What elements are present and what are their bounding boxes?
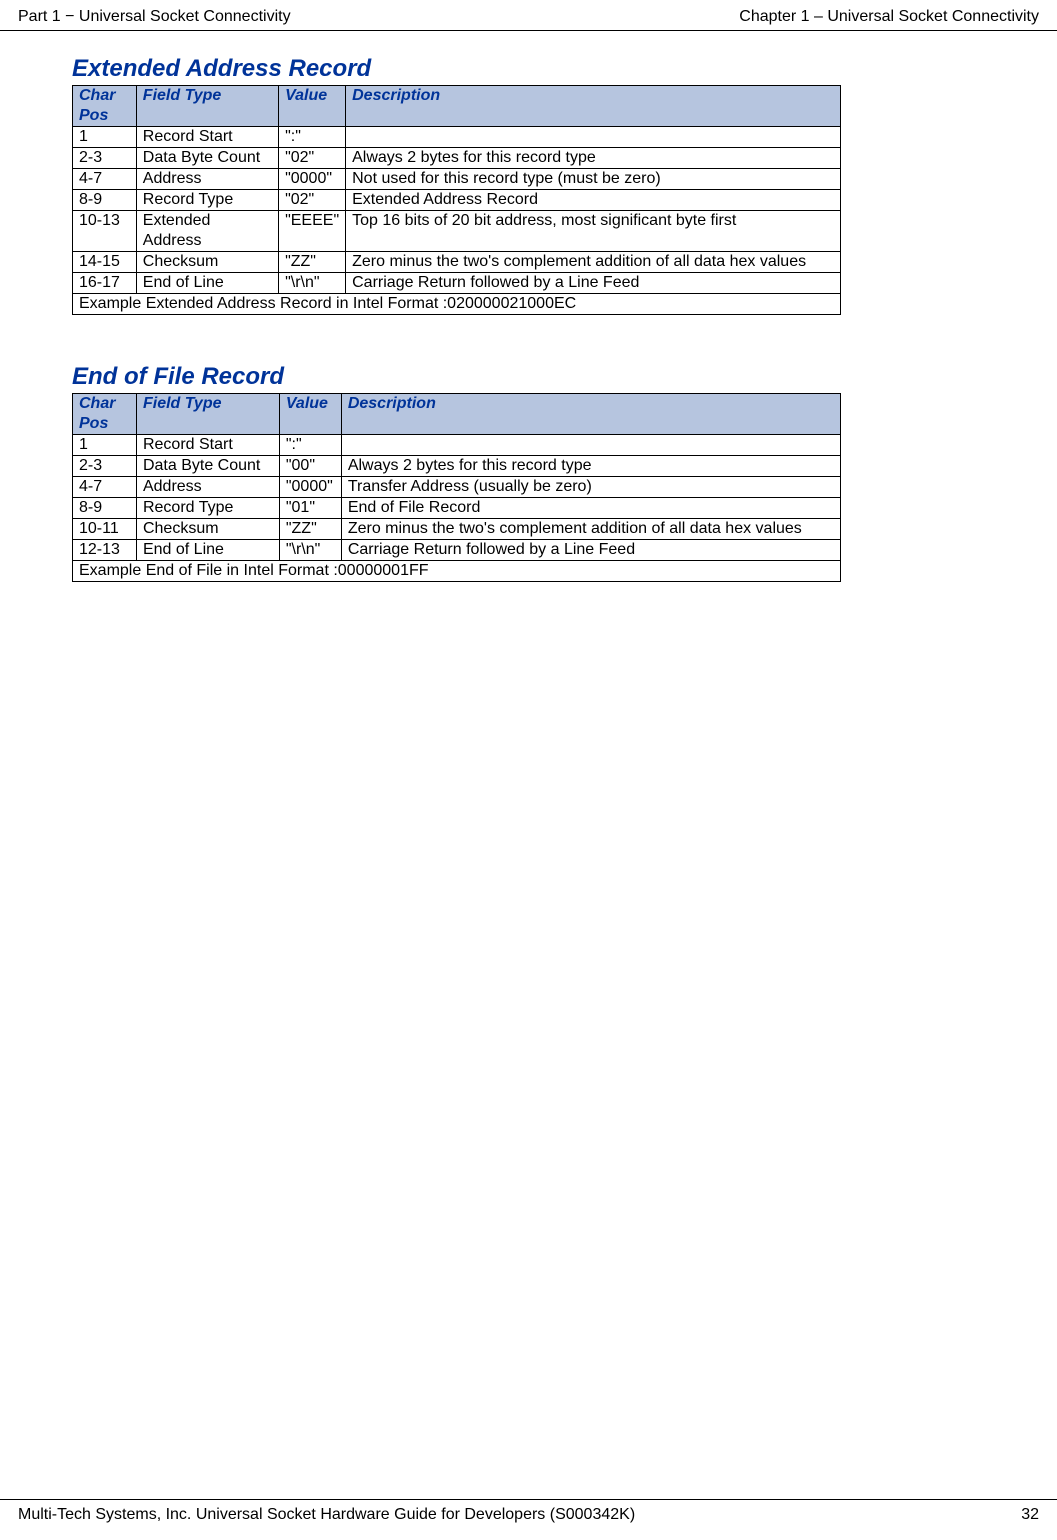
cell-pos: 10-13 xyxy=(73,211,137,252)
cell-desc: Transfer Address (usually be zero) xyxy=(341,477,840,498)
table-row: 16-17End of Line"\r\n"Carriage Return fo… xyxy=(73,273,841,294)
col-desc: Description xyxy=(346,86,841,127)
cell-pos: 8-9 xyxy=(73,498,137,519)
col-charpos: Char Pos xyxy=(73,394,137,435)
cell-ftype: End of Line xyxy=(136,540,279,561)
section2-table: Char Pos Field Type Value Description 1R… xyxy=(72,393,841,582)
table-row: 14-15Checksum"ZZ"Zero minus the two's co… xyxy=(73,252,841,273)
cell-ftype: Address xyxy=(136,169,278,190)
section2-title: End of File Record xyxy=(72,363,997,391)
example-cell: Example End of File in Intel Format :000… xyxy=(73,561,841,582)
table-row: 2-3Data Byte Count"02"Always 2 bytes for… xyxy=(73,148,841,169)
header-left: Part 1 − Universal Socket Connectivity xyxy=(18,8,291,26)
cell-val: "02" xyxy=(279,148,346,169)
table-row: 8-9Record Type"01"End of File Record xyxy=(73,498,841,519)
table-header-row: Char Pos Field Type Value Description xyxy=(73,394,841,435)
table-row: 8-9Record Type"02"Extended Address Recor… xyxy=(73,190,841,211)
cell-val: "00" xyxy=(279,456,341,477)
page-content: Extended Address Record Char Pos Field T… xyxy=(0,31,1057,582)
cell-pos: 1 xyxy=(73,127,137,148)
cell-desc xyxy=(346,127,841,148)
col-fieldtype: Field Type xyxy=(136,86,278,127)
cell-ftype: Record Type xyxy=(136,498,279,519)
table-row: 4-7Address"0000"Not used for this record… xyxy=(73,169,841,190)
cell-pos: 8-9 xyxy=(73,190,137,211)
cell-ftype: Record Start xyxy=(136,435,279,456)
cell-pos: 4-7 xyxy=(73,169,137,190)
cell-val: ":" xyxy=(279,435,341,456)
cell-desc: Carriage Return followed by a Line Feed xyxy=(346,273,841,294)
col-fieldtype: Field Type xyxy=(136,394,279,435)
cell-desc: Always 2 bytes for this record type xyxy=(341,456,840,477)
cell-desc: Carriage Return followed by a Line Feed xyxy=(341,540,840,561)
cell-ftype: Data Byte Count xyxy=(136,148,278,169)
table-row: 1Record Start":" xyxy=(73,435,841,456)
cell-desc xyxy=(341,435,840,456)
table-header-row: Char Pos Field Type Value Description xyxy=(73,86,841,127)
header-right: Chapter 1 – Universal Socket Connectivit… xyxy=(739,8,1039,26)
section1-title: Extended Address Record xyxy=(72,55,997,83)
footer-left: Multi-Tech Systems, Inc. Universal Socke… xyxy=(18,1506,635,1524)
col-value: Value xyxy=(279,394,341,435)
cell-val: "\r\n" xyxy=(279,540,341,561)
cell-pos: 12-13 xyxy=(73,540,137,561)
cell-pos: 4-7 xyxy=(73,477,137,498)
footer-page-number: 32 xyxy=(1021,1506,1039,1524)
col-value: Value xyxy=(279,86,346,127)
cell-val: ":" xyxy=(279,127,346,148)
col-desc: Description xyxy=(341,394,840,435)
cell-pos: 2-3 xyxy=(73,148,137,169)
cell-ftype: Address xyxy=(136,477,279,498)
table-row: 2-3Data Byte Count"00"Always 2 bytes for… xyxy=(73,456,841,477)
page-footer: Multi-Tech Systems, Inc. Universal Socke… xyxy=(0,1499,1057,1524)
table-example-row: Example End of File in Intel Format :000… xyxy=(73,561,841,582)
page-header: Part 1 − Universal Socket Connectivity C… xyxy=(0,0,1057,31)
cell-desc: Zero minus the two's complement addition… xyxy=(346,252,841,273)
cell-desc: Top 16 bits of 20 bit address, most sign… xyxy=(346,211,841,252)
cell-ftype: Checksum xyxy=(136,252,278,273)
cell-ftype: End of Line xyxy=(136,273,278,294)
cell-val: "01" xyxy=(279,498,341,519)
table-row: 1Record Start":" xyxy=(73,127,841,148)
cell-val: "0000" xyxy=(279,477,341,498)
cell-val: "\r\n" xyxy=(279,273,346,294)
cell-pos: 1 xyxy=(73,435,137,456)
cell-val: "0000" xyxy=(279,169,346,190)
cell-ftype: Checksum xyxy=(136,519,279,540)
cell-val: "EEEE" xyxy=(279,211,346,252)
cell-pos: 14-15 xyxy=(73,252,137,273)
cell-ftype: Extended Address xyxy=(136,211,278,252)
table-row: 10-13Extended Address"EEEE"Top 16 bits o… xyxy=(73,211,841,252)
table-row: 4-7Address"0000"Transfer Address (usuall… xyxy=(73,477,841,498)
cell-pos: 2-3 xyxy=(73,456,137,477)
cell-val: "02" xyxy=(279,190,346,211)
cell-val: "ZZ" xyxy=(279,519,341,540)
cell-pos: 10-11 xyxy=(73,519,137,540)
example-cell: Example Extended Address Record in Intel… xyxy=(73,294,841,315)
cell-desc: Always 2 bytes for this record type xyxy=(346,148,841,169)
cell-pos: 16-17 xyxy=(73,273,137,294)
table-row: 12-13End of Line"\r\n"Carriage Return fo… xyxy=(73,540,841,561)
cell-desc: Zero minus the two's complement addition… xyxy=(341,519,840,540)
table-row: 10-11Checksum"ZZ"Zero minus the two's co… xyxy=(73,519,841,540)
cell-ftype: Record Start xyxy=(136,127,278,148)
cell-ftype: Data Byte Count xyxy=(136,456,279,477)
cell-desc: End of File Record xyxy=(341,498,840,519)
cell-ftype: Record Type xyxy=(136,190,278,211)
table-example-row: Example Extended Address Record in Intel… xyxy=(73,294,841,315)
cell-desc: Extended Address Record xyxy=(346,190,841,211)
section1-table: Char Pos Field Type Value Description 1R… xyxy=(72,85,841,315)
col-charpos: Char Pos xyxy=(73,86,137,127)
cell-desc: Not used for this record type (must be z… xyxy=(346,169,841,190)
cell-val: "ZZ" xyxy=(279,252,346,273)
